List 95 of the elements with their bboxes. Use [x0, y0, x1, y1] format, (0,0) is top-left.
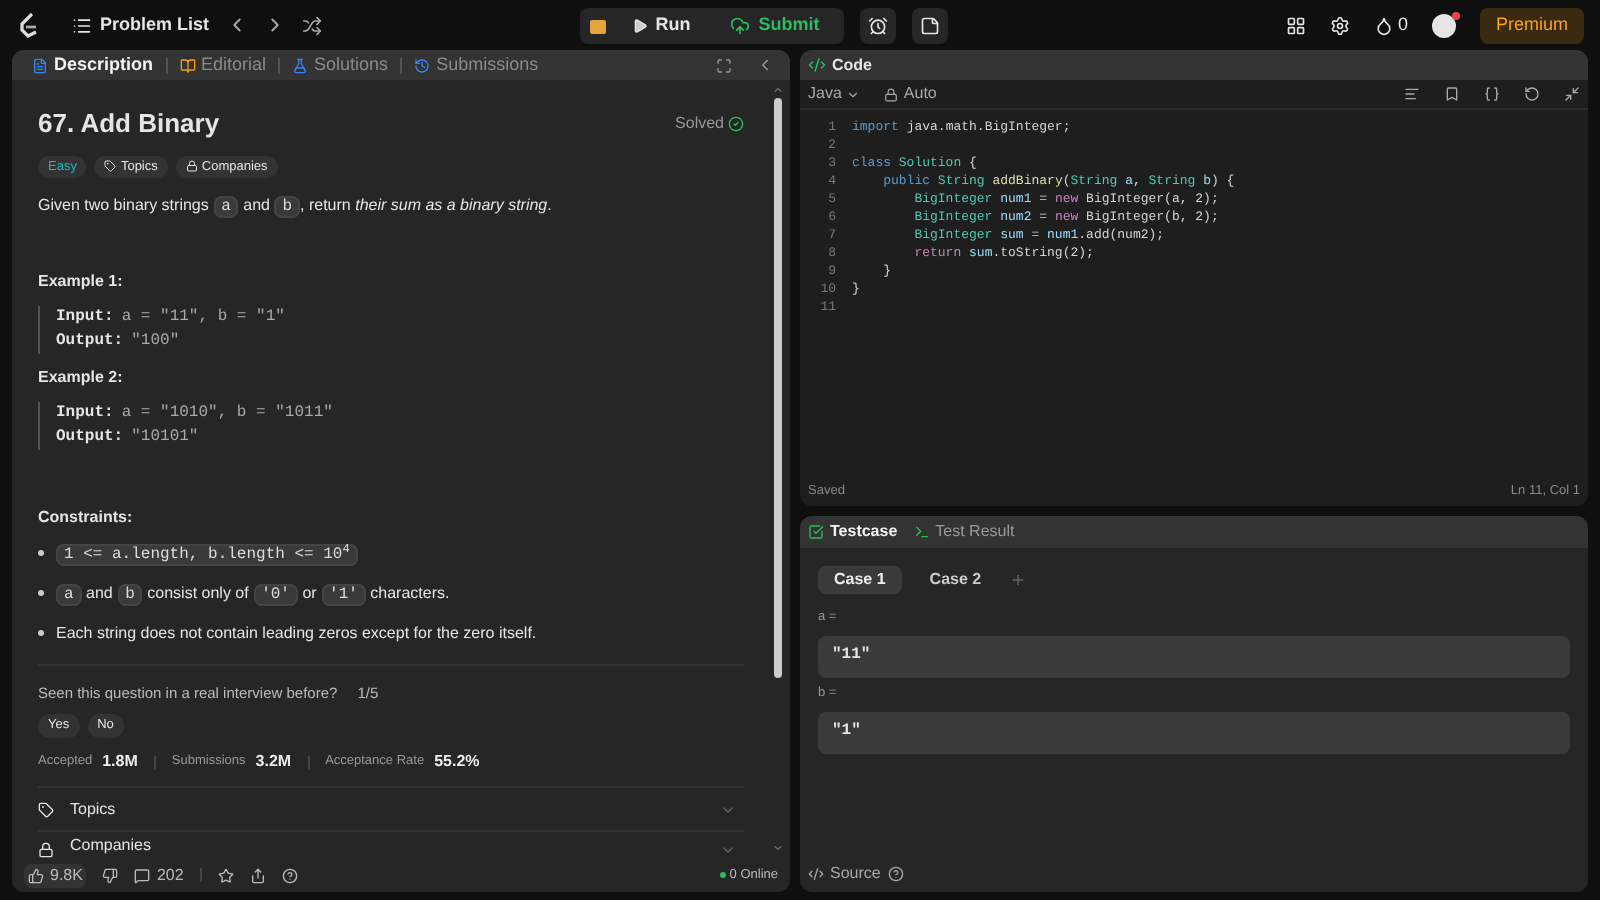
- tab-icon: [414, 57, 431, 73]
- streak-icon: [1373, 15, 1394, 35]
- inline-code: '1': [321, 584, 366, 607]
- logo-icon[interactable]: [16, 11, 40, 39]
- auto-toggle[interactable]: Auto: [883, 82, 937, 106]
- note-icon: [919, 15, 940, 35]
- panel-tab[interactable]: Editorial: [175, 51, 271, 79]
- panel-tab[interactable]: Submissions: [410, 51, 543, 79]
- thumbs-down-icon[interactable]: [102, 867, 119, 883]
- inline-code: 1 <= a.length, b.length <= 10$^{4}$: [56, 544, 358, 567]
- language-dropdown[interactable]: Java: [808, 82, 860, 106]
- format-icon[interactable]: [1404, 86, 1420, 102]
- share-icon[interactable]: [249, 867, 266, 883]
- comments-button[interactable]: 202: [134, 863, 184, 887]
- chevron-down-icon: [720, 842, 736, 858]
- inline-code: a: [213, 196, 239, 219]
- stat-value: 3.2M: [255, 750, 292, 774]
- check-icon: [728, 115, 744, 132]
- streak-count: 0: [1397, 11, 1408, 38]
- code-icon: [808, 56, 826, 74]
- help-icon[interactable]: [281, 867, 298, 883]
- example-heading: Example 2:: [38, 366, 125, 391]
- stat-value: 55.2%: [434, 750, 480, 774]
- inline-code: '0': [253, 584, 298, 607]
- panel-tab[interactable]: Testcase: [808, 520, 898, 544]
- case-tab[interactable]: Case 1: [818, 566, 902, 594]
- panel-tab[interactable]: Description: [28, 51, 158, 79]
- section-toggle[interactable]: Companies: [38, 830, 744, 858]
- section-toggle[interactable]: Topics: [38, 786, 744, 830]
- minimize-icon[interactable]: [1564, 86, 1580, 102]
- lock-icon: [38, 842, 54, 858]
- example-heading: Example 1:: [38, 270, 125, 295]
- lock-icon: [883, 87, 898, 101]
- like-button[interactable]: 9.8K: [24, 863, 87, 887]
- example-value: a = "1010", b = "1011": [121, 402, 333, 427]
- tag-icon: [38, 801, 54, 817]
- solved-status: Solved: [675, 111, 724, 136]
- checkbox-icon: [808, 524, 824, 540]
- terminal-icon: [913, 524, 930, 540]
- comment-icon: [134, 867, 151, 883]
- notes-button[interactable]: [911, 7, 948, 43]
- layout-icon[interactable]: [1285, 15, 1306, 35]
- panel-title: Code: [832, 53, 872, 77]
- shuffle-icon[interactable]: [301, 15, 322, 35]
- tag-icon: [104, 160, 117, 173]
- example-label: Output:: [56, 426, 124, 451]
- param-input[interactable]: "1": [818, 711, 1570, 753]
- braces-icon[interactable]: [1484, 86, 1500, 102]
- tab-icon: [292, 57, 309, 73]
- example-value: a = "11", b = "1": [121, 306, 285, 331]
- stat-value: 1.8M: [102, 750, 138, 774]
- bookmark-icon[interactable]: [1444, 86, 1460, 102]
- inline-code: b: [117, 584, 143, 607]
- lock-icon: [185, 160, 198, 173]
- source-button[interactable]: Source: [808, 862, 881, 886]
- upload-icon: [730, 15, 751, 35]
- settings-icon[interactable]: [1329, 15, 1350, 35]
- scroll-down-icon[interactable]: [771, 842, 783, 854]
- example-label: Output:: [56, 330, 124, 355]
- thumbs-up-icon: [28, 867, 44, 883]
- panel-tab[interactable]: Solutions: [288, 51, 393, 79]
- avatar[interactable]: [1432, 13, 1456, 37]
- premium-button[interactable]: Premium: [1480, 7, 1585, 43]
- scrollbar-thumb[interactable]: [773, 98, 781, 678]
- case-tab[interactable]: Case 2: [913, 566, 998, 594]
- constraint-item: Each string does not contain leading zeros except for the zero itself.: [38, 622, 744, 647]
- reset-icon[interactable]: [1524, 86, 1540, 102]
- example-label: Input:: [56, 306, 114, 331]
- example-value: "10101": [131, 426, 199, 451]
- param-input[interactable]: "11": [818, 635, 1570, 678]
- chevron-down-icon: [845, 87, 860, 101]
- code-icon: [808, 866, 824, 882]
- inline-code: b: [274, 196, 301, 219]
- timer-button[interactable]: [859, 7, 896, 43]
- collapse-icon[interactable]: [756, 56, 774, 74]
- alarm-icon: [867, 15, 888, 35]
- constraints-heading: Constraints:: [38, 506, 135, 531]
- example-value: "100": [131, 330, 180, 355]
- list-icon: [72, 15, 92, 35]
- panel-tab[interactable]: Test Result: [913, 520, 1015, 544]
- scroll-up-icon[interactable]: [771, 84, 783, 96]
- tab-icon: [179, 57, 196, 73]
- problem-statement: Given two binary strings a and b , return their sum as a binary string.: [38, 194, 554, 221]
- example-label: Input:: [56, 402, 114, 427]
- constraint-item: a and b consist only of '0' or '1' characters.: [38, 582, 744, 609]
- problem-title: 67. Add Binary: [38, 106, 222, 142]
- tab-icon: [32, 57, 48, 73]
- submit-button[interactable]: Submit: [714, 11, 836, 39]
- help-icon[interactable]: [888, 866, 905, 882]
- star-icon[interactable]: [217, 867, 234, 883]
- problem-list-button[interactable]: Problem List: [72, 11, 210, 39]
- maximize-icon[interactable]: [716, 57, 732, 73]
- run-button[interactable]: Run: [615, 11, 707, 39]
- play-icon: [631, 17, 648, 33]
- inline-code: a: [56, 584, 82, 607]
